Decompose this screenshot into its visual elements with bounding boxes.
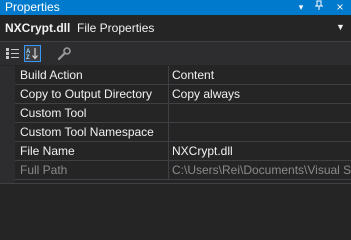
property-value[interactable]: Content	[172, 68, 214, 82]
grid-gutter	[0, 66, 15, 183]
property-row-custom-tool-namespace[interactable]: Custom Tool Namespace	[15, 123, 351, 142]
property-row-full-path[interactable]: Full Path C:\Users\Rei\Documents\Visual …	[15, 161, 351, 180]
column-divider	[168, 142, 169, 161]
property-name: Build Action	[20, 68, 83, 82]
property-value: C:\Users\Rei\Documents\Visual S	[172, 163, 351, 177]
column-divider	[168, 123, 169, 142]
properties-panel: Properties ▾ × NXCrypt.dll File Properti…	[0, 0, 351, 218]
property-value[interactable]: NXCrypt.dll	[172, 144, 233, 158]
window-menu-icon[interactable]: ▾	[294, 0, 308, 15]
object-name: NXCrypt.dll	[5, 21, 71, 35]
title-bar[interactable]: Properties ▾ ×	[0, 0, 351, 15]
column-divider	[168, 104, 169, 123]
wrench-glyph	[57, 46, 71, 60]
column-divider	[168, 85, 169, 104]
pin-icon[interactable]	[312, 0, 326, 15]
categorized-icon[interactable]	[4, 45, 21, 62]
column-divider	[168, 161, 169, 180]
property-name: Copy to Output Directory	[20, 87, 153, 101]
close-icon[interactable]: ×	[333, 0, 347, 15]
property-row-copy-to-output[interactable]: Copy to Output Directory Copy always	[15, 85, 351, 104]
property-row-build-action[interactable]: Build Action Content	[15, 66, 351, 85]
property-name: File Name	[20, 144, 75, 158]
description-pane	[0, 183, 351, 218]
alphabetical-glyph: A Z	[26, 48, 38, 60]
properties-toolbar: A Z	[0, 42, 351, 65]
property-value[interactable]: Copy always	[172, 87, 240, 101]
object-selector[interactable]: NXCrypt.dll File Properties ▼	[0, 15, 351, 42]
pin-glyph	[315, 0, 323, 10]
object-type: File Properties	[77, 21, 155, 35]
property-name: Custom Tool Namespace	[20, 125, 154, 139]
panel-title: Properties	[5, 0, 60, 14]
property-row-file-name[interactable]: File Name NXCrypt.dll	[15, 142, 351, 161]
svg-text:Z: Z	[26, 55, 30, 60]
categorized-glyph	[6, 48, 19, 59]
property-pages-icon[interactable]	[55, 45, 72, 62]
property-name: Full Path	[20, 163, 68, 177]
property-grid: Build Action Content Copy to Output Dire…	[0, 66, 351, 183]
property-name: Custom Tool	[20, 106, 87, 120]
alphabetical-icon[interactable]: A Z	[24, 45, 41, 62]
property-row-custom-tool[interactable]: Custom Tool	[15, 104, 351, 123]
column-divider	[168, 66, 169, 85]
chevron-down-icon[interactable]: ▼	[336, 22, 345, 32]
